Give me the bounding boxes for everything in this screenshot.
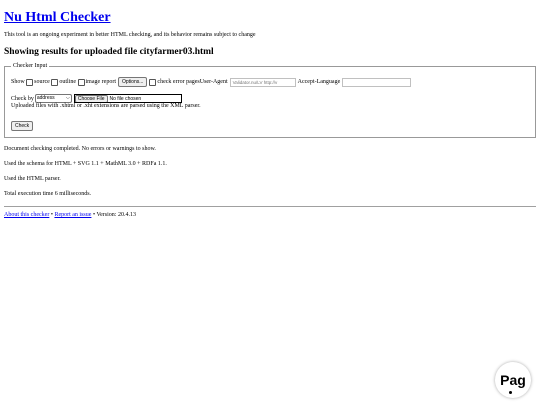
check-by-label: Check by [11, 95, 34, 102]
page: Nu Html Checker This tool is an ongoing … [0, 0, 540, 218]
outline-checkbox[interactable] [51, 78, 59, 86]
version-text: Version: 20.4.13 [96, 212, 136, 218]
image-report-checkbox[interactable] [77, 78, 85, 86]
intro-text: This tool is an ongoing experiment in be… [4, 32, 256, 38]
check-by-value: address [36, 95, 55, 101]
image-report-label: image report [85, 79, 117, 85]
badge-dot-icon [509, 391, 512, 394]
footer-separator: • [92, 212, 96, 218]
report-issue-link[interactable]: Report an issue [54, 212, 91, 218]
check-error-pages-checkbox[interactable] [149, 78, 157, 86]
result-message: Used the HTML parser. [4, 176, 61, 182]
title-link[interactable]: Nu Html Checker [4, 10, 111, 25]
footer-separator: • [50, 212, 53, 218]
result-message: Used the schema for HTML + SVG 1.1 + Mat… [4, 161, 167, 167]
show-label: Show [11, 79, 25, 85]
fieldset-legend: Checker Input [13, 63, 48, 69]
outline-label: outline [59, 79, 77, 85]
show-options-row: Show source outline image report Options… [11, 77, 531, 87]
file-input[interactable]: Choose File No file chosen [73, 94, 182, 103]
badge-text: Pag [500, 372, 526, 388]
choose-file-button[interactable]: Choose File [74, 95, 108, 102]
checker-input-fieldset: Checker Input Show source outline image … [4, 63, 536, 138]
result-message: Total execution time 6 milliseconds. [4, 191, 92, 197]
divider [4, 206, 536, 207]
user-agent-label: User-Agent [199, 79, 228, 85]
check-by-row: Check by address ⌵ Choose File No file c… [11, 94, 531, 103]
results-heading: Showing results for uploaded file cityfa… [4, 47, 214, 57]
check-error-pages-label: check error pages [157, 79, 200, 85]
check-button[interactable]: Check [11, 121, 34, 131]
accept-language-input[interactable] [342, 77, 412, 87]
floating-page-badge[interactable]: Pag [495, 362, 531, 398]
page-title: Nu Html Checker [4, 10, 536, 26]
file-status: No file chosen [109, 95, 142, 102]
source-checkbox[interactable] [26, 78, 34, 86]
footer: About this checker • Report an issue • V… [4, 212, 536, 218]
source-label: source [34, 79, 50, 85]
accept-language-label: Accept-Language [297, 79, 341, 85]
user-agent-input[interactable]: Validator.nu/LV http://v [229, 77, 296, 87]
chevron-down-icon: ⌵ [66, 95, 70, 101]
result-message: Document checking completed. No errors o… [4, 146, 156, 152]
upload-note: Uploaded files with .xhtml or .xht exten… [11, 103, 201, 109]
check-by-select[interactable]: address ⌵ [34, 94, 72, 103]
options-button[interactable]: Options... [118, 77, 148, 87]
about-link[interactable]: About this checker [4, 212, 49, 218]
